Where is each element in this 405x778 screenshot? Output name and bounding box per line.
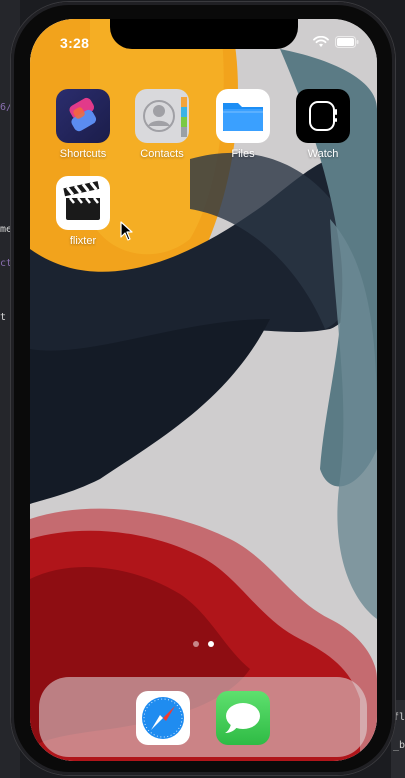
app-contacts[interactable]: Contacts <box>125 89 199 160</box>
safari-icon[interactable] <box>136 691 190 745</box>
status-icons <box>313 36 359 48</box>
watch-icon <box>296 89 350 143</box>
app-label: Watch <box>307 148 339 160</box>
host-code-fragment: _b <box>392 740 405 751</box>
app-label: flixter <box>69 235 97 247</box>
battery-icon <box>335 36 359 48</box>
page-indicator[interactable] <box>193 641 214 647</box>
app-watch[interactable]: Watch <box>286 89 360 160</box>
home-screen[interactable]: 3:28 Shortcuts Contacts Files Watch flix… <box>30 19 377 761</box>
pointer-cursor-icon <box>120 221 133 241</box>
shortcuts-icon <box>56 89 110 143</box>
clapperboard-icon <box>56 176 110 230</box>
app-label: Shortcuts <box>59 148 107 160</box>
app-flixter[interactable]: flixter <box>46 176 120 247</box>
notch <box>110 19 298 49</box>
wifi-icon <box>313 36 329 47</box>
host-code-fragment: t <box>0 312 7 323</box>
files-icon <box>216 89 270 143</box>
messages-icon[interactable] <box>216 691 270 745</box>
app-label: Contacts <box>140 148 184 160</box>
status-time: 3:28 <box>60 35 90 51</box>
app-label: Files <box>231 148 255 160</box>
page-dot-active[interactable] <box>208 641 214 647</box>
page-dot[interactable] <box>193 641 199 647</box>
app-files[interactable]: Files <box>206 89 280 160</box>
app-shortcuts[interactable]: Shortcuts <box>46 89 120 160</box>
dock <box>39 677 367 757</box>
contacts-icon <box>135 89 189 143</box>
